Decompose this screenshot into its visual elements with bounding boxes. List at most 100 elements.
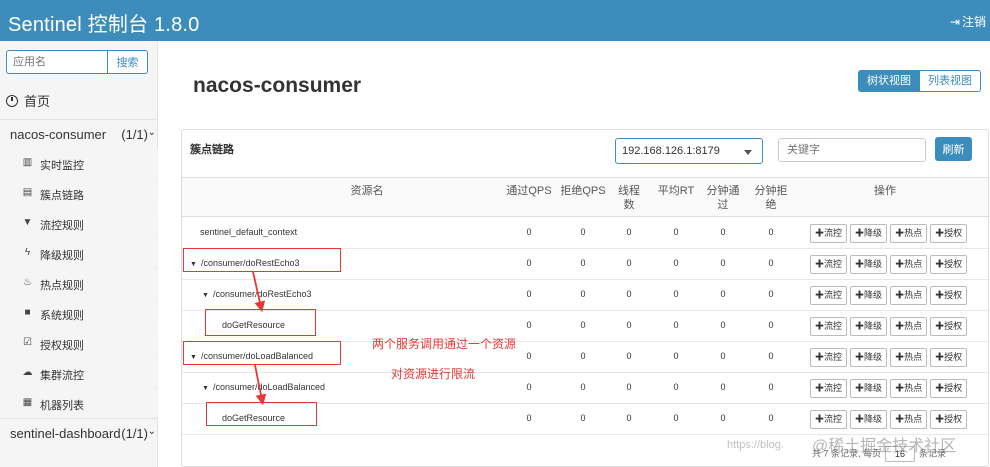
add-flow-rule-button[interactable]: ✚流控 <box>810 348 848 367</box>
minute-pass: 0 <box>720 351 726 361</box>
highlight-box <box>206 402 317 426</box>
sidebar-item-machines[interactable]: ▦ 机器列表 <box>0 389 158 417</box>
add-auth-rule-button[interactable]: ✚授权 <box>930 224 968 243</box>
app-search-button[interactable]: 搜索 <box>107 50 148 74</box>
add-hot-rule-button[interactable]: ✚热点 <box>890 348 928 367</box>
sidebar-item-flow-rules[interactable]: ▼ 流控规则 <box>0 209 158 237</box>
caret-down-icon[interactable]: ▼ <box>202 385 209 392</box>
add-degrade-rule-button[interactable]: ✚降级 <box>850 348 888 367</box>
pass-qps: 0 <box>526 227 532 237</box>
sidebar-item-system-rules[interactable]: ■ 系统规则 <box>0 299 158 327</box>
add-hot-rule-button[interactable]: ✚热点 <box>890 317 928 336</box>
sidebar-item-cluster-flow[interactable]: ☁ 集群流控 <box>0 359 158 387</box>
pass-qps: 0 <box>526 320 532 330</box>
add-hot-rule-button[interactable]: ✚热点 <box>890 224 928 243</box>
add-flow-rule-button[interactable]: ✚流控 <box>810 379 848 398</box>
main-content: nacos-consumer 树状视图 列表视图 簇点链路 192.168.12… <box>158 41 990 467</box>
add-degrade-rule-button[interactable]: ✚降级 <box>850 317 888 336</box>
chevron-down-icon: ⌄ <box>147 127 156 138</box>
row-actions: ✚流控 ✚降级 ✚热点 ✚授权 <box>810 286 968 305</box>
resource-name[interactable]: ▼/consumer/doLoadBalanced <box>202 382 325 392</box>
resource-name: sentinel_default_context <box>200 227 298 237</box>
threads: 0 <box>626 320 632 330</box>
sidebar-item-authority-rules[interactable]: ☑ 授权规则 <box>0 329 158 357</box>
add-auth-rule-button[interactable]: ✚授权 <box>930 410 968 429</box>
threads: 0 <box>626 289 632 299</box>
minute-pass: 0 <box>720 227 726 237</box>
add-hot-rule-button[interactable]: ✚热点 <box>890 379 928 398</box>
app-group-nacos-consumer[interactable]: nacos-consumer (1/1) ⌄ <box>0 119 158 147</box>
add-auth-rule-button[interactable]: ✚授权 <box>930 348 968 367</box>
add-degrade-rule-button[interactable]: ✚降级 <box>850 286 888 305</box>
minute-pass: 0 <box>720 413 726 423</box>
add-flow-rule-button[interactable]: ✚流控 <box>810 255 848 274</box>
pass-qps: 0 <box>526 258 532 268</box>
add-hot-rule-button[interactable]: ✚热点 <box>890 255 928 274</box>
bar-chart-icon: ▥ <box>22 157 33 168</box>
highlight-box <box>205 309 316 336</box>
caret-down-icon <box>744 150 752 155</box>
add-hot-rule-button[interactable]: ✚热点 <box>890 410 928 429</box>
row-actions: ✚流控 ✚降级 ✚热点 ✚授权 <box>810 379 968 398</box>
pass-qps: 0 <box>526 382 532 392</box>
app-health-count: (1/1) <box>121 426 148 441</box>
app-health-count: (1/1) <box>121 127 148 142</box>
avg-rt: 0 <box>673 382 679 392</box>
machine-select[interactable]: 192.168.126.1:8179 <box>615 138 763 164</box>
resource-name[interactable]: ▼/consumer/doRestEcho3 <box>202 289 312 299</box>
avg-rt: 0 <box>673 289 679 299</box>
add-flow-rule-button[interactable]: ✚流控 <box>810 224 848 243</box>
sidebar-item-identity[interactable]: ▤ 簇点链路 <box>0 179 158 207</box>
sidebar-item-label: 簇点链路 <box>40 190 84 202</box>
caret-down-icon[interactable]: ▼ <box>202 292 209 299</box>
add-degrade-rule-button[interactable]: ✚降级 <box>850 255 888 274</box>
col-pass-qps: 通过QPS <box>506 185 552 197</box>
panel-title: 簇点链路 <box>190 144 234 156</box>
sign-out-icon: ⇥ <box>949 15 960 29</box>
flash-icon: ϟ <box>24 247 31 258</box>
refresh-button[interactable]: 刷新 <box>935 137 972 161</box>
col-min-block-line2: 绝 <box>765 199 777 211</box>
machine-select-value: 192.168.126.1:8179 <box>622 145 720 157</box>
logout-link[interactable]: ⇥ 注销 <box>950 13 986 30</box>
add-auth-rule-button[interactable]: ✚授权 <box>930 255 968 274</box>
threads: 0 <box>626 382 632 392</box>
sidebar-item-label: 流控规则 <box>40 220 84 232</box>
row-actions: ✚流控 ✚降级 ✚热点 ✚授权 <box>810 348 968 367</box>
tree-view-button[interactable]: 树状视图 <box>858 70 920 92</box>
app-group-sentinel-dashboard[interactable]: sentinel-dashboard (1/1) ⌄ <box>0 418 158 446</box>
add-flow-rule-button[interactable]: ✚流控 <box>810 286 848 305</box>
app-title[interactable]: Sentinel 控制台 1.8.0 <box>8 8 199 37</box>
col-min-block: 分钟拒 绝 <box>751 184 791 212</box>
col-resource: 资源名 <box>350 185 384 197</box>
table-row: ▼/consumer/doLoadBalanced 0 0 0 0 0 0 ✚流… <box>182 373 988 404</box>
add-flow-rule-button[interactable]: ✚流控 <box>810 410 848 429</box>
minute-block: 0 <box>768 258 774 268</box>
col-threads: 线程 数 <box>614 184 644 212</box>
add-flow-rule-button[interactable]: ✚流控 <box>810 317 848 336</box>
app-name: sentinel-dashboard <box>10 426 121 441</box>
add-auth-rule-button[interactable]: ✚授权 <box>930 379 968 398</box>
sidebar: 搜索 首页 nacos-consumer (1/1) ⌄ ▥ 实时监控 ▤ 簇点链路… <box>0 41 158 467</box>
add-degrade-rule-button[interactable]: ✚降级 <box>850 410 888 429</box>
add-auth-rule-button[interactable]: ✚授权 <box>930 286 968 305</box>
minute-pass: 0 <box>720 382 726 392</box>
add-degrade-rule-button[interactable]: ✚降级 <box>850 224 888 243</box>
sidebar-item-metric[interactable]: ▥ 实时监控 <box>0 149 158 177</box>
add-degrade-rule-button[interactable]: ✚降级 <box>850 379 888 398</box>
sidebar-item-home[interactable]: 首页 <box>6 91 50 110</box>
add-hot-rule-button[interactable]: ✚热点 <box>890 286 928 305</box>
th-list-icon: ▦ <box>22 397 33 408</box>
table-row: sentinel_default_context 0 0 0 0 0 0 ✚流控… <box>182 218 988 249</box>
app-name: nacos-consumer <box>10 127 107 142</box>
sidebar-item-degrade-rules[interactable]: ϟ 降级规则 <box>0 239 158 267</box>
app-search-input[interactable] <box>6 50 107 74</box>
list-view-button[interactable]: 列表视图 <box>920 70 981 92</box>
highlight-box <box>183 248 341 272</box>
sidebar-item-label: 系统规则 <box>40 310 84 322</box>
keyword-input[interactable] <box>778 138 926 162</box>
list-icon: ▤ <box>22 187 33 198</box>
add-auth-rule-button[interactable]: ✚授权 <box>930 317 968 336</box>
sidebar-item-label: 实时监控 <box>40 160 84 172</box>
sidebar-item-hot-rules[interactable]: ♨ 热点规则 <box>0 269 158 297</box>
